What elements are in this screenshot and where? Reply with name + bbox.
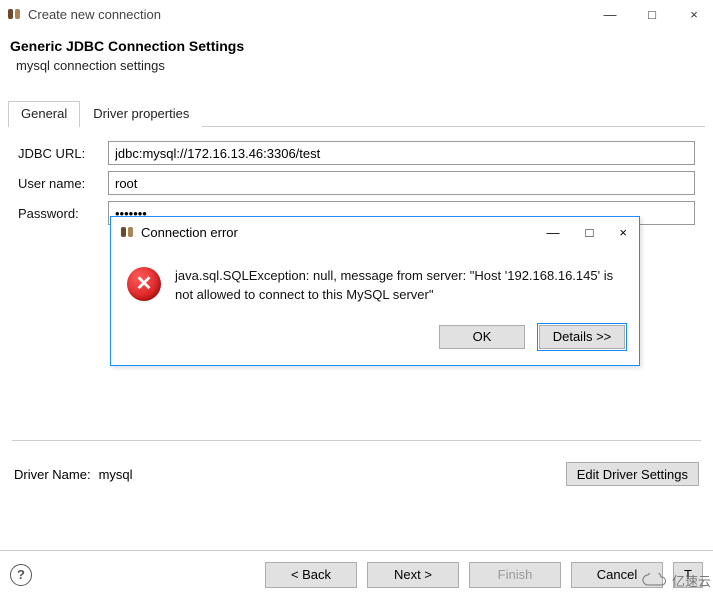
page-subtitle: mysql connection settings — [10, 58, 703, 73]
finish-button: Finish — [469, 562, 561, 588]
next-button[interactable]: Next > — [367, 562, 459, 588]
dialog-minimize-button[interactable]: — — [547, 225, 560, 240]
watermark-text: 亿速云 — [672, 571, 711, 590]
window-title: Create new connection — [28, 7, 603, 22]
edit-driver-settings-button[interactable]: Edit Driver Settings — [566, 462, 699, 486]
header-section: Generic JDBC Connection Settings mysql c… — [0, 28, 713, 87]
driver-name-label: Driver Name: — [14, 467, 91, 482]
watermark: 亿速云 — [642, 571, 711, 590]
page-title: Generic JDBC Connection Settings — [10, 38, 703, 54]
error-icon: ✕ — [127, 267, 161, 301]
jdbc-url-label: JDBC URL: — [18, 146, 108, 161]
help-icon[interactable]: ? — [10, 564, 32, 586]
separator — [12, 440, 701, 441]
maximize-button[interactable]: □ — [645, 7, 659, 22]
driver-row: Driver Name: mysql Edit Driver Settings — [0, 452, 713, 486]
tab-general[interactable]: General — [8, 101, 80, 127]
wizard-bar: ? < Back Next > Finish Cancel T — [0, 550, 713, 598]
username-input[interactable] — [108, 171, 695, 195]
error-dialog: Connection error — □ × ✕ java.sql.SQLExc… — [110, 216, 640, 366]
window-titlebar: Create new connection — □ × — [0, 0, 713, 28]
dialog-message: java.sql.SQLException: null, message fro… — [175, 267, 615, 305]
username-label: User name: — [18, 176, 108, 191]
dialog-titlebar: Connection error — □ × — [111, 217, 639, 247]
dialog-app-icon — [119, 224, 135, 240]
tabs: General Driver properties — [8, 101, 705, 127]
ok-button[interactable]: OK — [439, 325, 525, 349]
dialog-maximize-button[interactable]: □ — [586, 225, 594, 240]
tab-driver-properties[interactable]: Driver properties — [80, 101, 202, 127]
minimize-button[interactable]: — — [603, 7, 617, 22]
back-button[interactable]: < Back — [265, 562, 357, 588]
password-label: Password: — [18, 206, 108, 221]
close-button[interactable]: × — [687, 7, 701, 22]
app-icon — [6, 6, 22, 22]
jdbc-url-input[interactable] — [108, 141, 695, 165]
details-button[interactable]: Details >> — [539, 325, 625, 349]
dialog-title: Connection error — [141, 225, 547, 240]
dialog-close-button[interactable]: × — [619, 225, 627, 240]
driver-name-value: mysql — [99, 467, 566, 482]
